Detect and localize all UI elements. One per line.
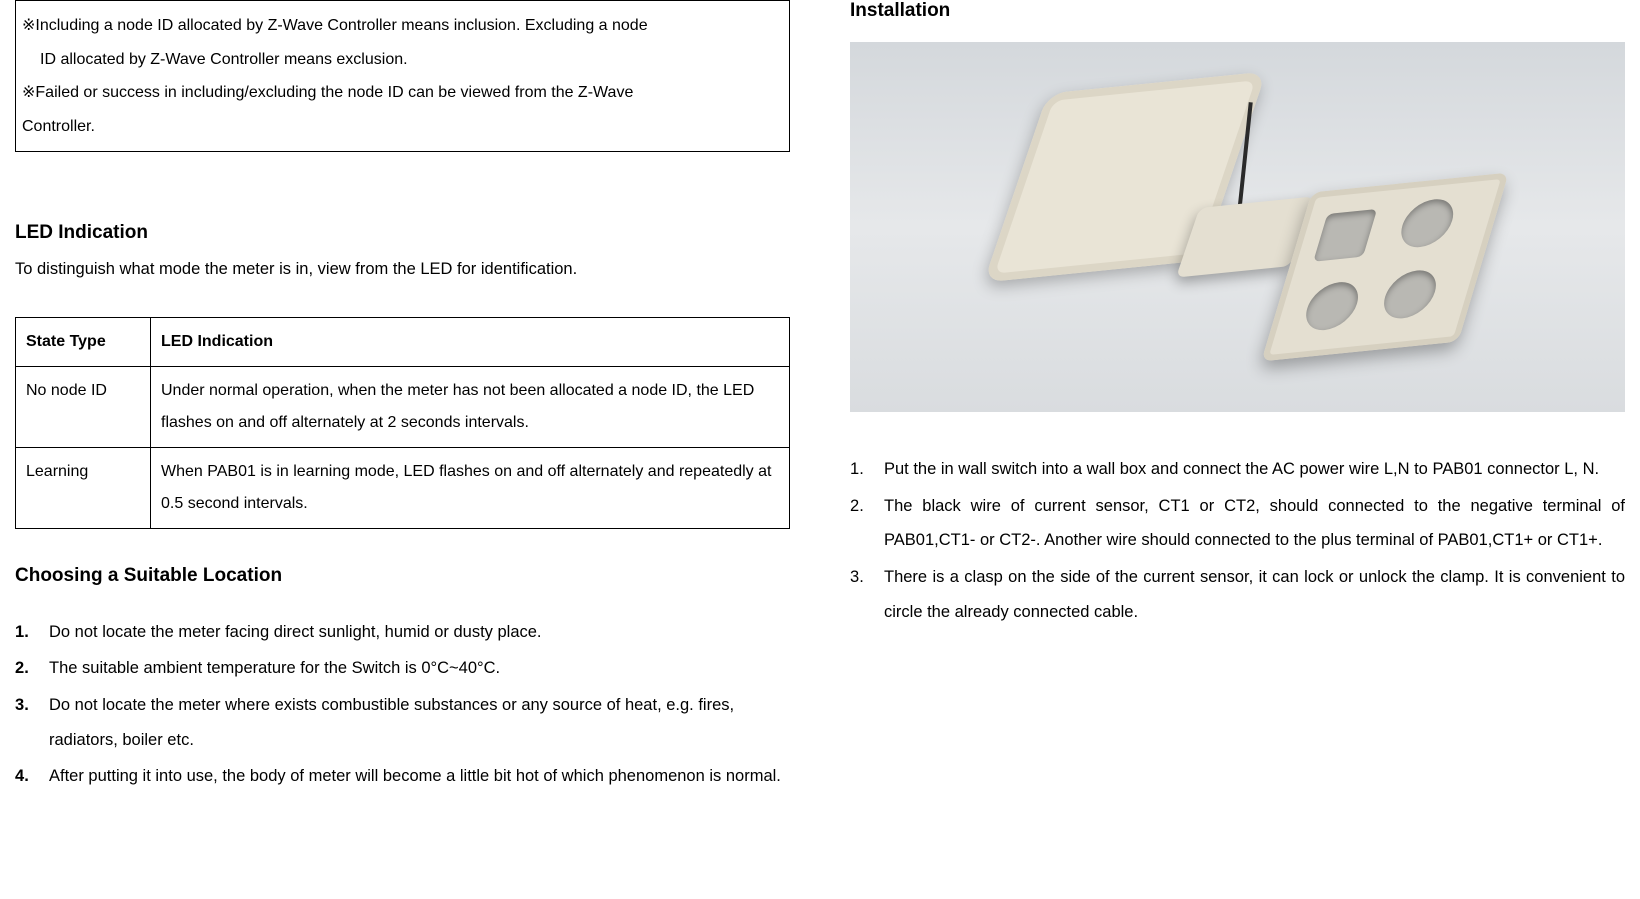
list-item: Put the in wall switch into a wall box a…	[850, 452, 1625, 487]
installation-list: Put the in wall switch into a wall box a…	[850, 452, 1625, 629]
list-item: After putting it into use, the body of m…	[15, 759, 790, 794]
list-item: The suitable ambient temperature for the…	[15, 651, 790, 686]
location-list: Do not locate the meter facing direct su…	[15, 615, 790, 794]
list-item: There is a clasp on the side of the curr…	[850, 560, 1625, 629]
table-row: No node ID Under normal operation, when …	[16, 366, 790, 447]
led-intro-text: To distinguish what mode the meter is in…	[15, 256, 790, 282]
list-item: Do not locate the meter where exists com…	[15, 688, 790, 757]
installation-product-image	[850, 42, 1625, 412]
led-table-head-indication: LED Indication	[151, 317, 790, 366]
led-indication-heading: LED Indication	[15, 222, 790, 244]
note-line-2b: Controller.	[22, 110, 783, 144]
led-table: State Type LED Indication No node ID Und…	[15, 317, 790, 529]
table-row: Learning When PAB01 is in learning mode,…	[16, 447, 790, 528]
location-heading: Choosing a Suitable Location	[15, 565, 790, 587]
led-row-state: No node ID	[16, 366, 151, 447]
led-row-indication: Under normal operation, when the meter h…	[151, 366, 790, 447]
installation-heading: Installation	[850, 0, 1625, 22]
led-row-state: Learning	[16, 447, 151, 528]
list-item: The black wire of current sensor, CT1 or…	[850, 489, 1625, 558]
list-item: Do not locate the meter facing direct su…	[15, 615, 790, 650]
led-row-indication: When PAB01 is in learning mode, LED flas…	[151, 447, 790, 528]
note-box: ※Including a node ID allocated by Z-Wave…	[15, 0, 790, 152]
note-line-1a: ※Including a node ID allocated by Z-Wave…	[22, 9, 783, 43]
note-line-1b: ID allocated by Z-Wave Controller means …	[22, 43, 783, 77]
note-line-2a: ※Failed or success in including/excludin…	[22, 76, 783, 110]
led-table-head-state: State Type	[16, 317, 151, 366]
